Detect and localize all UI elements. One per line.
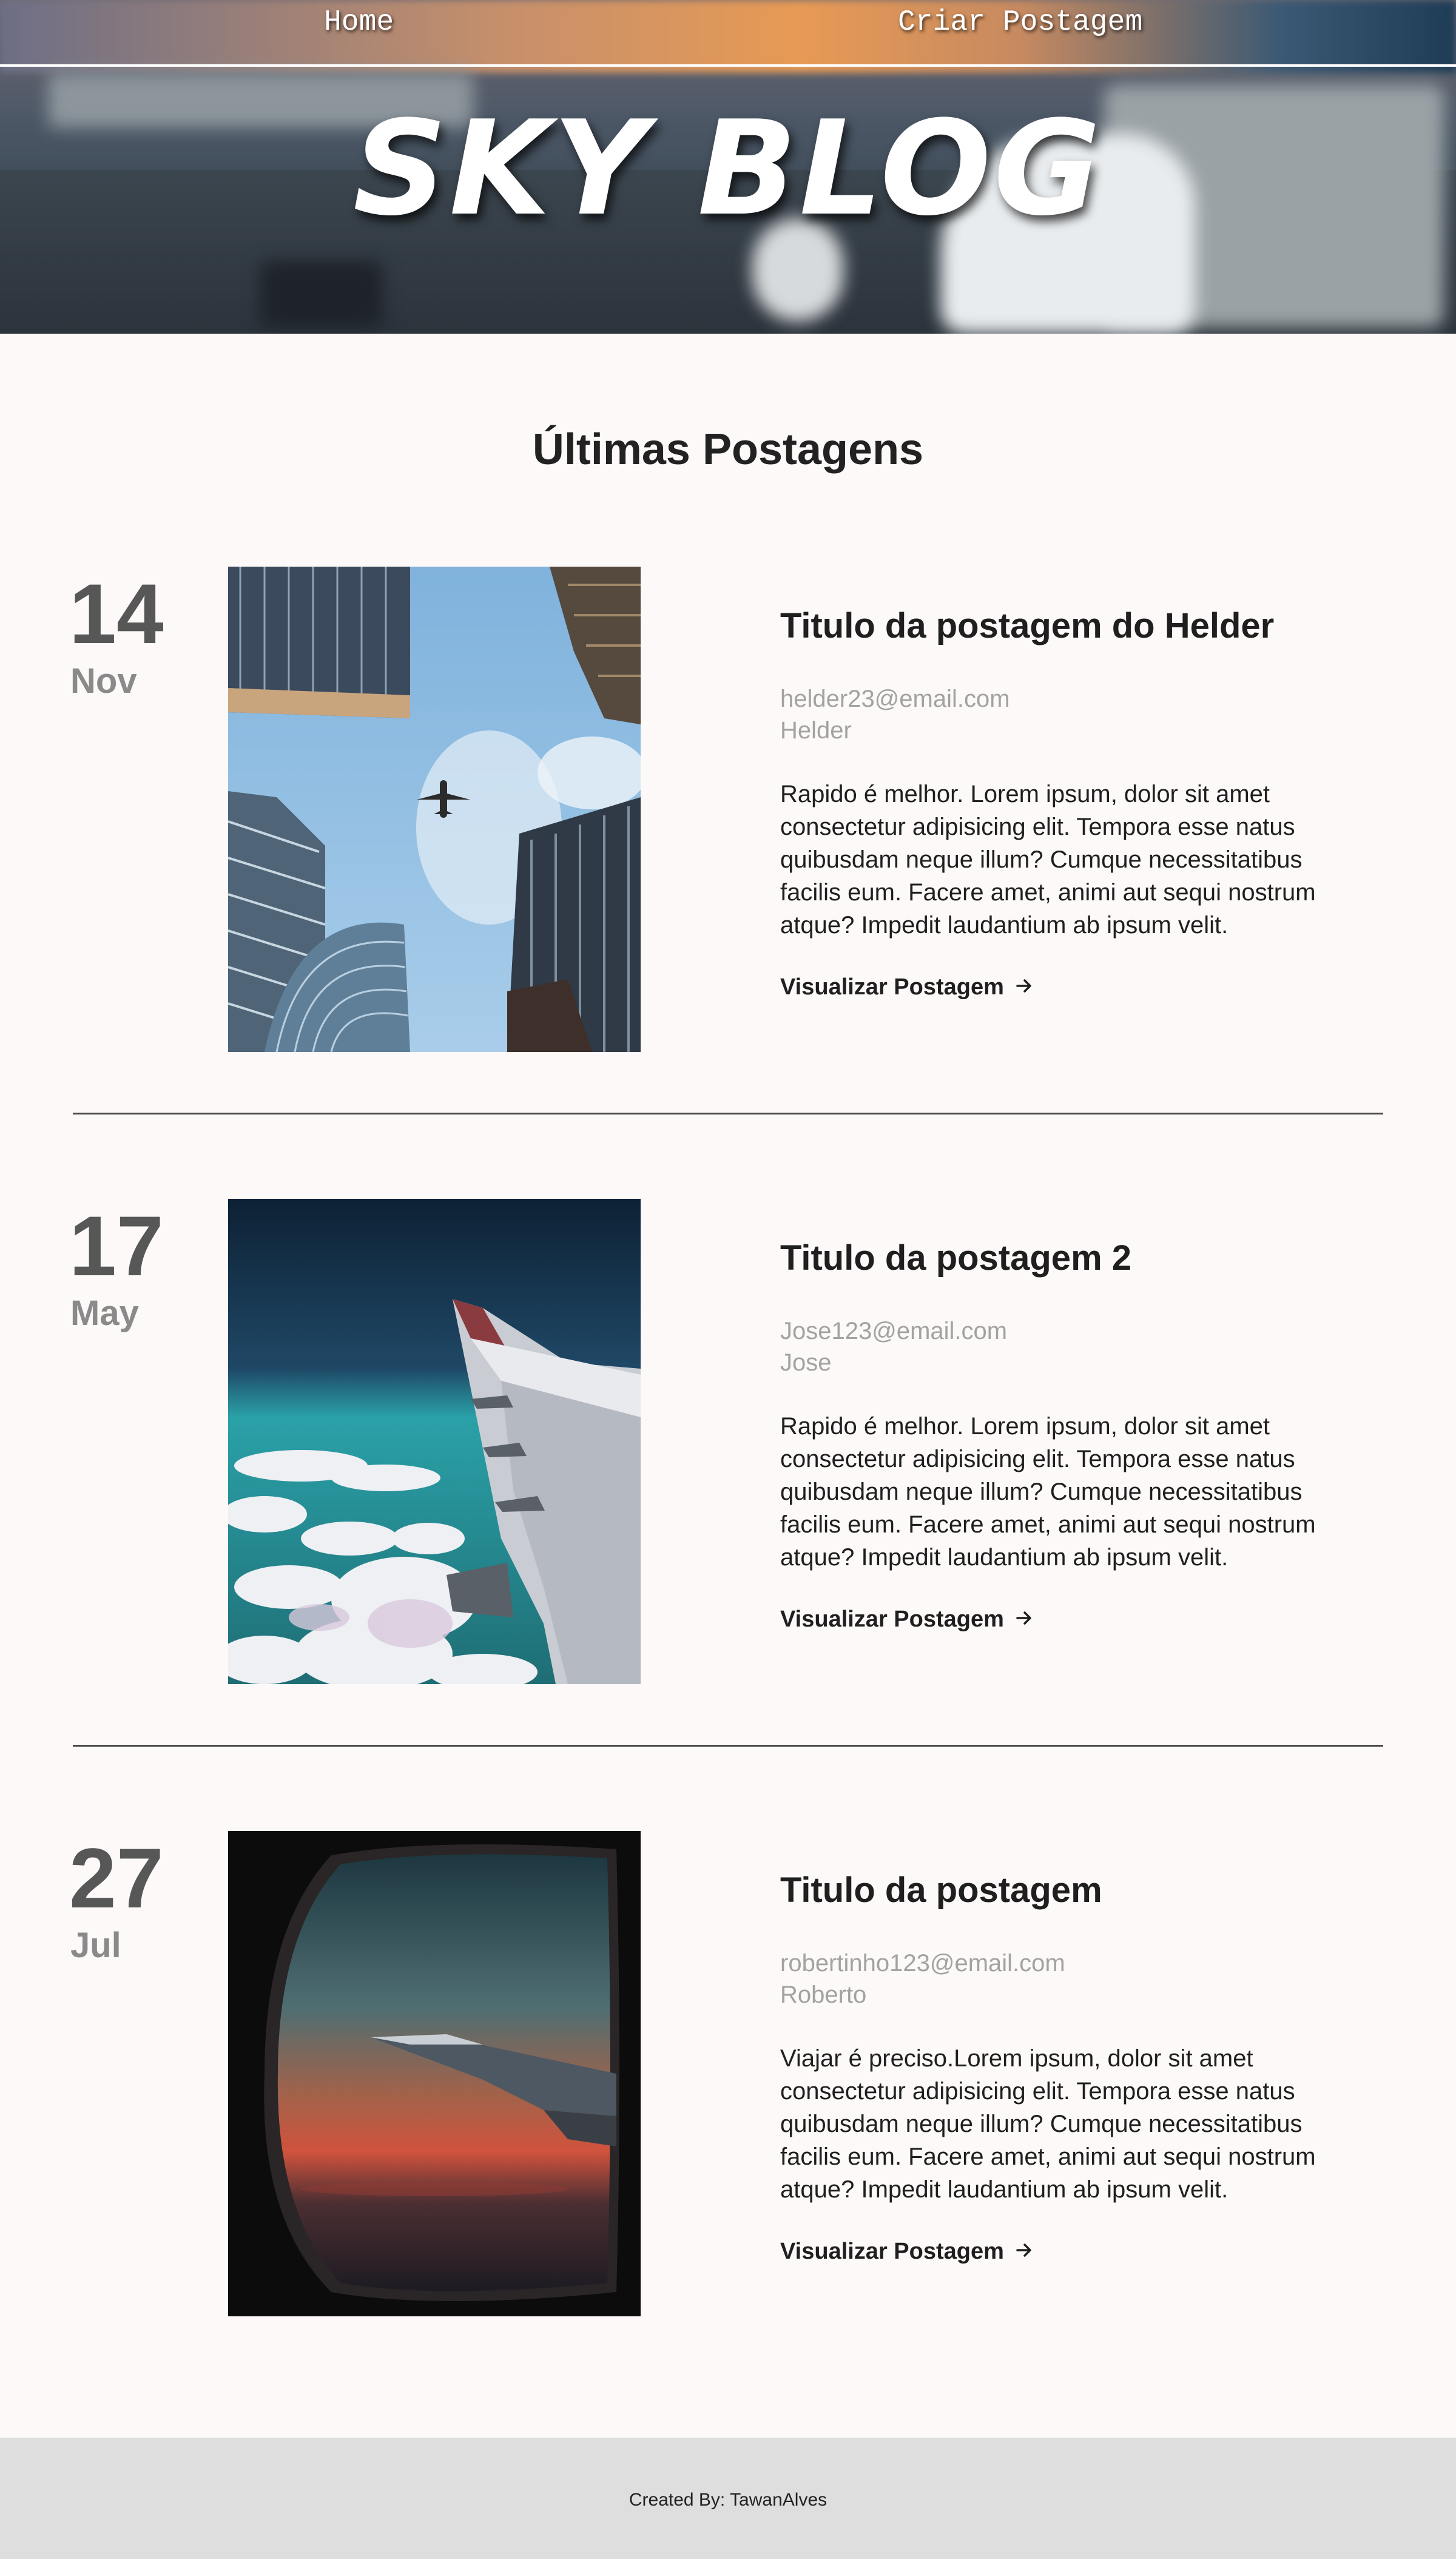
post-divider xyxy=(73,1113,1383,1114)
post-date-month: May xyxy=(70,1293,139,1333)
view-post-link[interactable]: Visualizar Postagem xyxy=(780,974,1033,1001)
nav-home-link[interactable]: Home xyxy=(324,6,394,39)
post-excerpt: Viajar é preciso.Lorem ipsum, dolor sit … xyxy=(780,2045,1316,2203)
post-author-email: helder23@email.com xyxy=(780,686,1010,712)
post-card: 17 May Titulo da postagem 2 Jose123@emai… xyxy=(0,1199,1456,1684)
post-title[interactable]: Titulo da postagem 2 xyxy=(780,1238,1131,1278)
view-post-label: Visualizar Postagem xyxy=(780,1607,1004,1632)
site-logo-title: SKY BLOG xyxy=(352,92,1104,244)
arrow-right-icon xyxy=(1015,2239,1033,2265)
hero-ground-vehicle xyxy=(261,261,382,328)
view-post-label: Visualizar Postagem xyxy=(780,2239,1004,2264)
post-divider xyxy=(73,1745,1383,1747)
arrow-right-icon xyxy=(1015,975,1033,1001)
plane-between-skyscrapers-photo xyxy=(228,567,641,1052)
footer-credit: Created By: TawanAlves xyxy=(629,2490,827,2510)
arrow-right-icon xyxy=(1015,1607,1033,1633)
post-date-day: 27 xyxy=(69,1830,164,1926)
post-title[interactable]: Titulo da postagem xyxy=(780,1870,1102,1910)
post-excerpt: Rapido é melhor. Lorem ipsum, dolor sit … xyxy=(780,781,1316,939)
nav-create-post-link[interactable]: Criar Postagem xyxy=(898,6,1142,39)
post-date-day: 17 xyxy=(69,1198,164,1293)
post-author-email: Jose123@email.com xyxy=(780,1318,1008,1344)
post-date-month: Jul xyxy=(70,1926,121,1965)
site-footer: Created By: TawanAlves xyxy=(0,2438,1456,2559)
post-date-day: 14 xyxy=(69,566,164,661)
view-post-link[interactable]: Visualizar Postagem xyxy=(780,1607,1033,1633)
post-author-name: Jose xyxy=(780,1349,832,1376)
post-author-name: Roberto xyxy=(780,1981,867,2008)
post-author-email: robertinho123@email.com xyxy=(780,1950,1065,1977)
section-title: Últimas Postagens xyxy=(532,425,924,474)
top-nav: Home Criar Postagem xyxy=(0,0,1456,67)
post-card: 14 Nov Titulo da postagem do Helder held… xyxy=(0,567,1456,1052)
post-excerpt: Rapido é melhor. Lorem ipsum, dolor sit … xyxy=(780,1413,1316,1571)
view-post-label: Visualizar Postagem xyxy=(780,974,1004,1000)
airplane-wing-over-clouds-photo xyxy=(228,1199,641,1684)
post-date-month: Nov xyxy=(70,661,137,701)
airplane-window-sunset-photo xyxy=(228,1831,641,2316)
post-title[interactable]: Titulo da postagem do Helder xyxy=(780,605,1274,646)
hero-banner: Home Criar Postagem SKY BLOG xyxy=(0,0,1456,334)
post-author-name: Helder xyxy=(780,717,852,744)
post-card: 27 Jul Titulo da postagem robertinho123@… xyxy=(0,1831,1456,2316)
view-post-link[interactable]: Visualizar Postagem xyxy=(780,2239,1033,2265)
